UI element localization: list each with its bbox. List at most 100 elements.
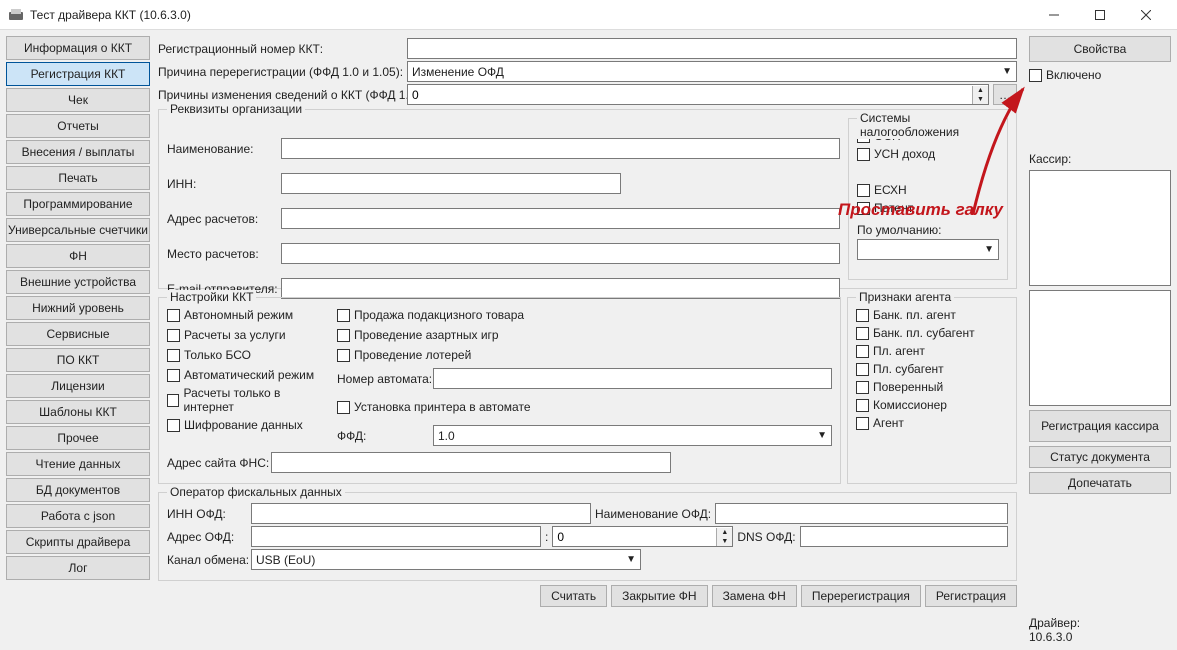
cb-printer-auto[interactable]: Установка принтера в автомате [337, 393, 832, 421]
sidebar-item-2[interactable]: Чек [6, 88, 150, 112]
rereg-button[interactable]: Перерегистрация [801, 585, 921, 607]
cb-autonomous[interactable]: Автономный режим [167, 306, 327, 324]
sidebar-item-6[interactable]: Программирование [6, 192, 150, 216]
close-fn-button[interactable]: Закрытие ФН [611, 585, 707, 607]
sidebar-item-8[interactable]: ФН [6, 244, 150, 268]
cashier-reg-button[interactable]: Регистрация кассира [1029, 410, 1171, 442]
ofd-group: Оператор фискальных данных ИНН ОФД: Наим… [158, 492, 1017, 581]
cb-bankpl[interactable]: Банк. пл. агент [856, 306, 1008, 324]
cb-plsub[interactable]: Пл. субагент [856, 360, 1008, 378]
sidebar-item-9[interactable]: Внешние устройства [6, 270, 150, 294]
ofd-name-label: Наименование ОФД: [595, 507, 711, 521]
properties-button[interactable]: Свойства [1029, 36, 1171, 62]
ffd-combo[interactable]: 1.0▼ [433, 425, 832, 446]
cb-attorney[interactable]: Поверенный [856, 378, 1008, 396]
cb-banksub[interactable]: Банк. пл. субагент [856, 324, 1008, 342]
sidebar-item-19[interactable]: Скрипты драйвера [6, 530, 150, 554]
sidebar-item-12[interactable]: ПО ККТ [6, 348, 150, 372]
fns-input[interactable] [271, 452, 671, 473]
tax-usn[interactable]: УСН доход [857, 145, 999, 163]
autonum-input[interactable] [433, 368, 832, 389]
sidebar-item-10[interactable]: Нижний уровень [6, 296, 150, 320]
sidebar-item-13[interactable]: Лицензии [6, 374, 150, 398]
sidebar-item-16[interactable]: Чтение данных [6, 452, 150, 476]
chevron-down-icon: ▼ [626, 554, 636, 565]
reg-button[interactable]: Регистрация [925, 585, 1017, 607]
read-button[interactable]: Считать [540, 585, 607, 607]
tax-eshn[interactable]: ЕСХН [857, 181, 999, 199]
maximize-button[interactable] [1077, 0, 1123, 30]
cb-internet[interactable]: Расчеты только в интернет [167, 386, 327, 414]
cb-excise[interactable]: Продажа подакцизного товара [337, 306, 832, 324]
org-inn-label: ИНН: [167, 177, 277, 191]
ofd-dns-input[interactable] [800, 526, 1008, 547]
sidebar-item-3[interactable]: Отчеты [6, 114, 150, 138]
close-button[interactable] [1123, 0, 1169, 30]
org-email-input[interactable] [281, 278, 840, 299]
channel-combo[interactable]: USB (EoU)▼ [251, 549, 641, 570]
rereg-reason-combo[interactable]: Изменение ОФД ▼ [407, 61, 1017, 82]
change-reasons-browse[interactable]: … [993, 84, 1017, 105]
reg-number-input[interactable] [407, 38, 1017, 59]
org-group-legend: Реквизиты организации [167, 102, 305, 116]
sidebar-item-4[interactable]: Внесения / выплаты [6, 140, 150, 164]
ofd-dns-label: DNS ОФД: [737, 530, 795, 544]
sidebar-item-20[interactable]: Лог [6, 556, 150, 580]
app-icon [8, 7, 24, 23]
cb-services[interactable]: Расчеты за услуги [167, 326, 327, 344]
sidebar-item-17[interactable]: БД документов [6, 478, 150, 502]
sidebar-item-15[interactable]: Прочее [6, 426, 150, 450]
org-name-input[interactable] [281, 138, 840, 159]
org-inn-input[interactable] [281, 173, 621, 194]
chevron-down-icon: ▼ [984, 244, 994, 255]
cb-encrypt[interactable]: Шифрование данных [167, 416, 327, 434]
cb-agent[interactable]: Агент [856, 414, 1008, 432]
sidebar-item-5[interactable]: Печать [6, 166, 150, 190]
cb-commis[interactable]: Комиссионер [856, 396, 1008, 414]
sidebar-item-18[interactable]: Работа с json [6, 504, 150, 528]
sidebar-item-11[interactable]: Сервисные [6, 322, 150, 346]
change-reasons-label: Причины изменения сведений о ККТ (ФФД 1.… [158, 88, 403, 102]
driver-version: 10.6.3.0 [1029, 630, 1072, 644]
ofd-name-input[interactable] [715, 503, 1008, 524]
ofd-inn-input[interactable] [251, 503, 591, 524]
org-calcplace-input[interactable] [281, 243, 840, 264]
sidebar-item-0[interactable]: Информация о ККТ [6, 36, 150, 60]
tax-group: Системы налогообложения ОСН УСН доход ЕС… [848, 118, 1008, 280]
titlebar: Тест драйвера ККТ (10.6.3.0) [0, 0, 1177, 30]
enabled-checkbox[interactable]: Включено [1029, 66, 1171, 84]
autonum-label: Номер автомата: [337, 372, 429, 386]
ofd-legend: Оператор фискальных данных [167, 485, 345, 499]
cashier-inn-input[interactable] [1029, 290, 1171, 406]
cb-gambling[interactable]: Проведение азартных игр [337, 326, 832, 344]
org-calcaddr-input[interactable] [281, 208, 840, 229]
cb-automatic[interactable]: Автоматический режим [167, 366, 327, 384]
annotation-text: Проставить галку [838, 200, 1003, 220]
cb-lottery[interactable]: Проведение лотерей [337, 346, 832, 364]
right-panel: Свойства Включено Кассир: Регистрация ка… [1023, 34, 1173, 646]
org-group: Реквизиты организации Наименование: ИНН:… [158, 109, 1017, 289]
window-title: Тест драйвера ККТ (10.6.3.0) [30, 8, 191, 22]
fns-label: Адрес сайта ФНС: [167, 456, 267, 470]
minimize-button[interactable] [1031, 0, 1077, 30]
cashier-input[interactable] [1029, 170, 1171, 286]
ffd-label: ФФД: [337, 429, 429, 443]
channel-label: Канал обмена: [167, 553, 247, 567]
ofd-port-spin[interactable]: ▲▼ [552, 526, 733, 547]
org-name-label: Наименование: [167, 142, 277, 156]
doc-status-button[interactable]: Статус документа [1029, 446, 1171, 468]
sidebar-item-14[interactable]: Шаблоны ККТ [6, 400, 150, 424]
cb-bso[interactable]: Только БСО [167, 346, 327, 364]
cashier-label: Кассир: [1029, 152, 1071, 166]
sidebar-item-1[interactable]: Регистрация ККТ [6, 62, 150, 86]
chevron-down-icon: ▼ [1002, 66, 1012, 77]
driver-label: Драйвер: [1029, 616, 1080, 630]
ofd-addr-input[interactable] [251, 526, 541, 547]
cb-plagent[interactable]: Пл. агент [856, 342, 1008, 360]
change-reasons-spin[interactable]: ▲▼ [407, 84, 989, 105]
ofd-inn-label: ИНН ОФД: [167, 507, 247, 521]
sidebar-item-7[interactable]: Универсальные счетчики [6, 218, 150, 242]
print-more-button[interactable]: Допечатать [1029, 472, 1171, 494]
tax-default-combo[interactable]: ▼ [857, 239, 999, 260]
change-fn-button[interactable]: Замена ФН [712, 585, 797, 607]
